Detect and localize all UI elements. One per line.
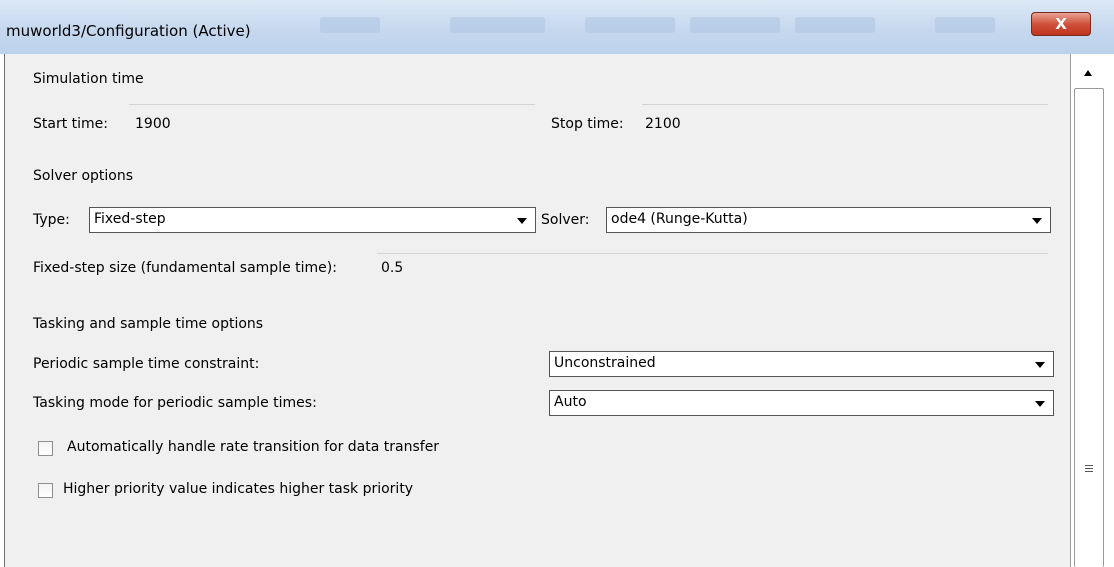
window-title: muworld3/Configuration (Active) [6,22,251,40]
background-toolbar-ghost [585,17,675,33]
scrollbar-thumb[interactable] [1074,88,1104,567]
rate-transition-checkbox[interactable] [38,441,53,456]
step-size-label: Fixed-step size (fundamental sample time… [33,260,337,276]
periodic-constraint-value: Unconstrained [554,355,656,371]
solver-label: Solver: [541,212,590,228]
chevron-down-icon [1035,401,1045,407]
periodic-constraint-label: Periodic sample time constraint: [33,356,260,372]
tasking-mode-label: Tasking mode for periodic sample times: [33,395,317,411]
background-toolbar-ghost [690,17,780,33]
stop-time-label: Stop time: [551,116,624,132]
background-toolbar-ghost [320,17,380,33]
background-toolbar-ghost [795,17,875,33]
tasking-mode-value: Auto [554,394,587,410]
section-heading-simulation-time: Simulation time [33,71,144,87]
start-time-label: Start time: [33,116,108,132]
task-priority-label[interactable]: Higher priority value indicates higher t… [63,481,413,497]
close-icon: X [1055,15,1067,33]
rate-transition-label[interactable]: Automatically handle rate transition for… [67,439,439,455]
vertical-scrollbar[interactable] [1071,54,1114,567]
chevron-down-icon [1032,218,1042,224]
type-label: Type: [33,212,70,228]
type-select[interactable]: Fixed-step [89,207,536,233]
start-time-input[interactable]: 1900 [135,116,171,132]
configuration-panel: Simulation time Start time: 1900 Stop ti… [4,54,1071,567]
chevron-down-icon [517,218,527,224]
scroll-up-arrow-icon[interactable] [1084,70,1092,76]
task-priority-checkbox[interactable] [38,483,53,498]
solver-select[interactable]: ode4 (Runge-Kutta) [606,207,1051,233]
close-button[interactable]: X [1031,12,1091,36]
stop-time-input[interactable]: 2100 [645,116,681,132]
section-heading-solver-options: Solver options [33,168,134,184]
grip-icon [1085,465,1093,466]
divider [129,104,535,105]
section-heading-tasking: Tasking and sample time options [33,316,264,332]
title-bar: muworld3/Configuration (Active) X [0,0,1114,54]
background-toolbar-ghost [935,17,995,33]
divider [642,104,1048,105]
chevron-down-icon [1035,362,1045,368]
solver-select-value: ode4 (Runge-Kutta) [611,211,748,227]
type-select-value: Fixed-step [94,211,166,227]
divider [377,253,1048,254]
tasking-mode-select[interactable]: Auto [549,390,1054,416]
background-toolbar-ghost [450,17,545,33]
step-size-input[interactable]: 0.5 [381,260,403,276]
periodic-constraint-select[interactable]: Unconstrained [549,351,1054,377]
